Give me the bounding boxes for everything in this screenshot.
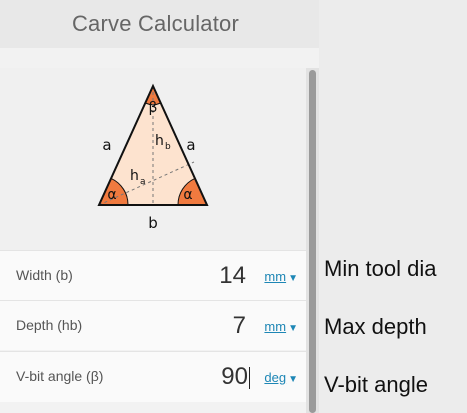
angle-unit-label: deg (264, 370, 287, 385)
width-unit-dropdown[interactable]: mm ▼ (264, 251, 298, 300)
angle-input-value: 90 (221, 363, 248, 390)
angle-field-label: V-bit angle (β) (16, 368, 104, 384)
right-angle-label: α (183, 187, 192, 203)
side-right-label: a (186, 136, 195, 154)
text-cursor (249, 366, 250, 389)
v-bit-angle-annotation: V-bit angle (324, 372, 428, 397)
width-unit-label: mm (264, 269, 287, 284)
angle-unit-dropdown[interactable]: deg ▼ (264, 352, 298, 401)
depth-unit-label: mm (264, 319, 287, 334)
min-tool-dia-annotation: Min tool dia (324, 256, 437, 281)
max-depth-annotation: Max depth (324, 314, 427, 339)
caret-down-icon: ▼ (288, 323, 298, 334)
triangle-diagram-svg: β α α a a b h b h a (97, 83, 209, 232)
base-label: b (148, 214, 158, 232)
width-field-row: Width (b) 14 mm ▼ (0, 250, 306, 300)
angle-input[interactable]: 90 (221, 352, 250, 401)
triangle-diagram: β α α a a b h b h a (0, 68, 306, 250)
angle-field-row: V-bit angle (β) 90 deg ▼ (0, 351, 306, 402)
height-b-subscript: b (165, 142, 171, 152)
height-a-subscript: a (140, 177, 146, 187)
app-header: Carve Calculator (0, 0, 319, 48)
vertical-scrollbar[interactable] (306, 68, 319, 413)
side-left-label: a (102, 136, 111, 154)
caret-down-icon: ▼ (288, 273, 298, 284)
app-title: Carve Calculator (71, 11, 240, 36)
scrollbar-thumb[interactable] (309, 70, 316, 413)
width-field-label: Width (b) (16, 267, 73, 283)
caret-down-icon: ▼ (288, 374, 298, 385)
left-angle-label: α (107, 187, 116, 203)
depth-unit-dropdown[interactable]: mm ▼ (264, 301, 298, 350)
calculator-panel: Carve Calculator β α α a a b h b h a Wid… (0, 0, 319, 413)
width-input[interactable]: 14 (219, 251, 246, 300)
depth-field-row: Depth (hb) 7 mm ▼ (0, 300, 306, 350)
depth-input[interactable]: 7 (233, 301, 246, 350)
height-a-label: h (130, 168, 139, 184)
apex-angle-label: β (149, 100, 158, 116)
height-b-label: h (155, 133, 164, 149)
depth-field-label: Depth (hb) (16, 317, 83, 333)
